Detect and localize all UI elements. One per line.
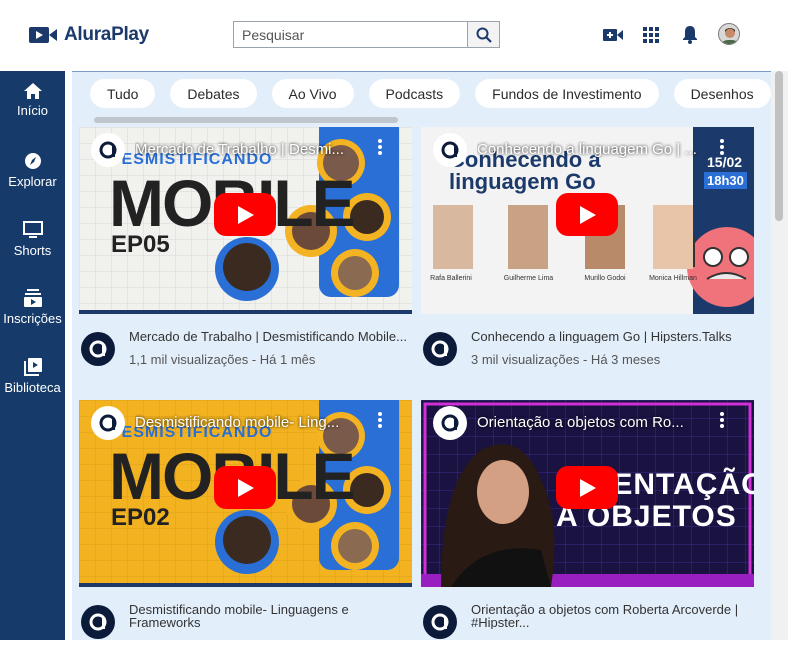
thumbnail-title: Desmistificando mobile- Ling... bbox=[135, 414, 340, 431]
thumbnail-headline: linguagem Go bbox=[449, 169, 596, 194]
channel-avatar[interactable] bbox=[423, 605, 457, 639]
thumbnail-date: 15/02 bbox=[707, 154, 743, 170]
video-thumbnail[interactable]: Conhecendo a linguagem Go 15/02 18h30 Ra… bbox=[421, 127, 754, 314]
alura-logo-icon bbox=[89, 340, 107, 358]
video-card[interactable]: Conhecendo a linguagem Go 15/02 18h30 Ra… bbox=[421, 127, 754, 394]
video-card[interactable]: DESMISTIFICANDO MOBILE EP05 Mercado de T… bbox=[79, 127, 412, 394]
library-icon bbox=[23, 358, 42, 376]
play-button-icon[interactable] bbox=[556, 466, 618, 509]
bell-icon bbox=[683, 26, 697, 44]
notifications-button[interactable] bbox=[679, 24, 701, 46]
subscriptions-icon bbox=[23, 289, 42, 307]
thumbnail-title: Orientação a objetos com Ro... bbox=[477, 414, 684, 431]
search-button[interactable] bbox=[467, 21, 500, 48]
sidebar-item-shorts[interactable]: Shorts bbox=[0, 221, 65, 258]
shorts-icon bbox=[22, 221, 43, 238]
chip-fundos-de-investimento[interactable]: Fundos de Investimento bbox=[475, 79, 659, 108]
channel-logo-icon bbox=[433, 406, 467, 440]
category-chips-bar: Tudo Debates Ao Vivo Podcasts Fundos de … bbox=[72, 71, 771, 127]
sidebar-item-label: Biblioteca bbox=[4, 380, 61, 395]
channel-logo-icon bbox=[433, 133, 467, 167]
video-meta: Conhecendo a linguagem Go | Hipsters.Tal… bbox=[421, 314, 754, 394]
chip-ao-vivo[interactable]: Ao Vivo bbox=[271, 79, 354, 108]
video-meta: Desmistificando mobile- Linguagens e Fra… bbox=[79, 587, 412, 667]
video-meta: Mercado de Trabalho | Desmistificando Mo… bbox=[79, 314, 412, 394]
sidebar-item-inscricoes[interactable]: Inscrições bbox=[0, 289, 65, 326]
video-meta: Orientação a objetos com Roberta Arcover… bbox=[421, 587, 754, 667]
video-title[interactable]: Desmistificando mobile- Linguagens e Fra… bbox=[129, 603, 409, 629]
compass-icon bbox=[24, 153, 41, 169]
video-stats: 1,1 mil visualizações - Há 1 mês bbox=[129, 352, 316, 367]
chip-debates[interactable]: Debates bbox=[170, 79, 257, 108]
thumbnail-guest-name: Murillo Godoi bbox=[584, 275, 626, 282]
more-options-icon[interactable] bbox=[720, 139, 724, 155]
thumbnail-episode: EP05 bbox=[111, 231, 170, 258]
apps-button[interactable] bbox=[640, 24, 662, 46]
logo-text: AluraPlay bbox=[64, 24, 149, 45]
home-icon bbox=[23, 83, 42, 99]
page-scrollbar-thumb[interactable] bbox=[775, 71, 783, 221]
video-title[interactable]: Conhecendo a linguagem Go | Hipsters.Tal… bbox=[471, 330, 751, 343]
sidebar-item-label: Início bbox=[16, 103, 49, 118]
play-button-icon[interactable] bbox=[556, 193, 618, 236]
video-thumbnail[interactable]: ORIENTAÇÃO A OBJETOS Orientação a objeto… bbox=[421, 400, 754, 587]
thumbnail-guest-name: Rafa Ballerini bbox=[430, 275, 472, 282]
channel-avatar[interactable] bbox=[81, 332, 115, 366]
search-input[interactable] bbox=[233, 21, 467, 48]
more-options-icon[interactable] bbox=[720, 412, 724, 428]
channel-avatar[interactable] bbox=[423, 332, 457, 366]
chips-row: Tudo Debates Ao Vivo Podcasts Fundos de … bbox=[90, 79, 771, 108]
chip-desenhos[interactable]: Desenhos bbox=[673, 79, 771, 108]
sidebar-item-explorar[interactable]: Explorar bbox=[0, 152, 65, 189]
apps-grid-icon bbox=[643, 27, 659, 43]
sidebar-item-biblioteca[interactable]: Biblioteca bbox=[0, 358, 65, 395]
search-icon bbox=[476, 27, 492, 43]
main-area: Tudo Debates Ao Vivo Podcasts Fundos de … bbox=[65, 71, 788, 640]
chip-podcasts[interactable]: Podcasts bbox=[368, 79, 461, 108]
thumbnail-title: Conhecendo a linguagem Go | ... bbox=[477, 141, 697, 158]
video-thumbnail[interactable]: DESMISTIFICANDO MOBILE EP02 Desmistifica… bbox=[79, 400, 412, 587]
search-bar bbox=[233, 21, 500, 48]
video-camera-icon bbox=[603, 29, 623, 41]
more-options-icon[interactable] bbox=[378, 139, 382, 155]
channel-logo-icon bbox=[91, 133, 125, 167]
video-thumbnail[interactable]: DESMISTIFICANDO MOBILE EP05 Mercado de T… bbox=[79, 127, 412, 314]
channel-logo-icon bbox=[91, 406, 125, 440]
video-title[interactable]: Mercado de Trabalho | Desmistificando Mo… bbox=[129, 330, 409, 343]
alura-logo-icon bbox=[431, 340, 449, 358]
avatar-icon bbox=[719, 24, 739, 44]
chips-scrollbar[interactable] bbox=[94, 117, 398, 123]
user-avatar[interactable] bbox=[718, 23, 740, 45]
video-card[interactable]: DESMISTIFICANDO MOBILE EP02 Desmistifica… bbox=[79, 400, 412, 667]
thumbnail-episode: EP02 bbox=[111, 504, 170, 531]
sidebar: Início Explorar Shorts Inscrições Biblio… bbox=[0, 71, 65, 640]
video-card[interactable]: ORIENTAÇÃO A OBJETOS Orientação a objeto… bbox=[421, 400, 754, 667]
thumbnail-guest-name: Monica Hillman bbox=[649, 275, 697, 282]
video-title[interactable]: Orientação a objetos com Roberta Arcover… bbox=[471, 603, 751, 629]
video-stats: 3 mil visualizações - Há 3 meses bbox=[471, 352, 661, 367]
play-button-icon[interactable] bbox=[214, 466, 276, 509]
sidebar-item-label: Inscrições bbox=[3, 311, 62, 326]
play-button-icon[interactable] bbox=[214, 193, 276, 236]
sidebar-item-label: Explorar bbox=[8, 174, 57, 189]
thumbnail-time: 18h30 bbox=[704, 172, 747, 189]
camera-logo-icon bbox=[29, 27, 57, 43]
top-header: AluraPlay bbox=[0, 0, 788, 71]
alura-logo-icon bbox=[431, 613, 449, 631]
aluraplay-logo[interactable]: AluraPlay bbox=[28, 24, 149, 46]
chip-tudo[interactable]: Tudo bbox=[90, 79, 156, 108]
create-video-button[interactable] bbox=[602, 24, 624, 46]
sidebar-item-label: Shorts bbox=[13, 243, 52, 258]
channel-avatar[interactable] bbox=[81, 605, 115, 639]
sidebar-item-inicio[interactable]: Início bbox=[0, 83, 65, 118]
thumbnail-title: Mercado de Trabalho | Desmi... bbox=[135, 141, 344, 158]
alura-logo-icon bbox=[89, 613, 107, 631]
more-options-icon[interactable] bbox=[378, 412, 382, 428]
page-scrollbar[interactable] bbox=[771, 71, 788, 640]
thumbnail-guest-name: Guilherme Lima bbox=[503, 275, 554, 282]
